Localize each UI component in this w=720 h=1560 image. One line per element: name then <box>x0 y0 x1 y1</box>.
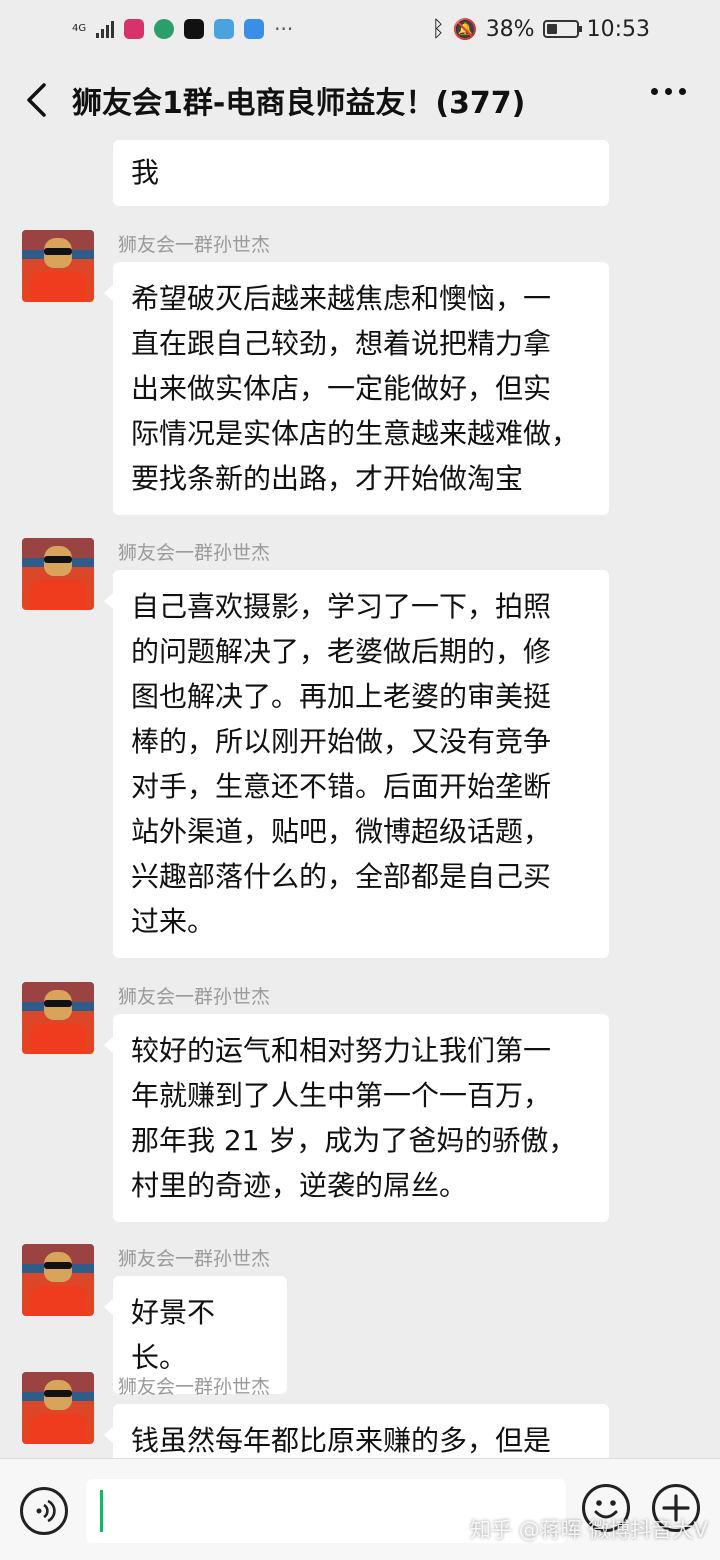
avatar[interactable] <box>22 538 94 610</box>
status-right: ᛒ 🔕 38% 10:53 <box>432 17 650 42</box>
chat-title: 狮友会1群-电商良师益友！(377) <box>72 86 526 121</box>
sender-name: 狮友会一群孙世杰 <box>118 1248 271 1270</box>
status-bar: 4G ··· ᛒ 🔕 38% 10:53 <box>0 0 720 58</box>
browser-app-icon <box>154 19 175 39</box>
sender-name: 狮友会一群孙世杰 <box>118 234 271 256</box>
watermark: 知乎 @蒋晖 微博抖音大V <box>470 1518 708 1542</box>
more-dots-icon[interactable] <box>651 88 686 95</box>
avatar[interactable] <box>22 982 94 1054</box>
more-notifications-icon: ··· <box>274 17 294 41</box>
voice-icon[interactable] <box>20 1487 68 1535</box>
network-type: 4G <box>72 23 87 34</box>
tiktok-app-icon <box>184 19 205 39</box>
avatar[interactable] <box>22 1372 94 1444</box>
message-bubble[interactable]: 自己喜欢摄影，学习了一下，拍照 的问题解决了，老婆做后期的，修 图也解决了。再加… <box>104 570 609 958</box>
weather-app-icon <box>214 19 235 39</box>
sender-name: 狮友会一群孙世杰 <box>118 1376 271 1398</box>
chevron-left-icon[interactable] <box>22 82 52 118</box>
battery-percent: 38% <box>485 16 535 42</box>
message-bubble[interactable]: 我 <box>113 140 609 206</box>
avatar[interactable] <box>22 1244 94 1316</box>
chat-history[interactable]: 我 狮友会一群孙世杰 希望破灭后越来越焦虑和懊恼，一 直在跟自己较劲，想着说把精… <box>0 140 720 1458</box>
video-app-icon <box>124 19 145 39</box>
sender-name: 狮友会一群孙世杰 <box>118 986 271 1008</box>
status-left: 4G ··· <box>72 17 293 41</box>
avatar[interactable] <box>22 230 94 302</box>
signal-icon <box>96 20 115 38</box>
chat-header: 狮友会1群-电商良师益友！(377) <box>0 58 720 140</box>
message-app-icon <box>244 19 265 39</box>
message-bubble[interactable]: 钱虽然每年都比原来赚的多，但是 <box>104 1404 609 1458</box>
bluetooth-icon: ᛒ <box>431 16 445 42</box>
mute-icon: 🔕 <box>452 17 478 41</box>
battery-icon <box>542 20 582 38</box>
sender-name: 狮友会一群孙世杰 <box>118 542 271 564</box>
message-bubble[interactable]: 希望破灭后越来越焦虑和懊恼，一 直在跟自己较劲，想着说把精力拿 出来做实体店，一… <box>104 262 609 515</box>
text-caret <box>100 1490 103 1532</box>
clock: 10:53 <box>586 16 650 42</box>
message-bubble[interactable]: 较好的运气和相对努力让我们第一 年就赚到了人生中第一个一百万， 那年我 21 岁… <box>104 1014 609 1222</box>
